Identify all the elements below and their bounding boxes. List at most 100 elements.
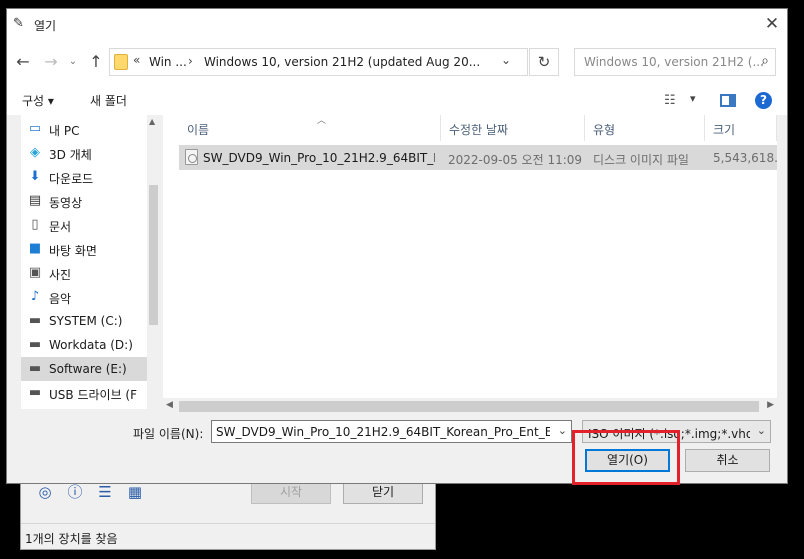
address-bar[interactable]: « Win ... › Windows 10, version 21H2 (up… <box>109 48 528 76</box>
scroll-up-icon[interactable]: ▲ <box>149 117 155 126</box>
cancel-button[interactable]: 취소 <box>685 449 770 472</box>
nav-item-3d-objects[interactable]: ◈ 3D 개체 <box>21 141 147 165</box>
preview-pane-icon[interactable] <box>720 94 736 107</box>
column-header-size[interactable]: 크기 <box>705 115 777 141</box>
close-icon[interactable]: ✕ <box>757 9 787 39</box>
nav-item-workdata-d[interactable]: ▬ Workdata (D:) <box>21 333 147 357</box>
folder-icon <box>114 54 128 70</box>
column-header-label: 유형 <box>593 123 616 137</box>
download-icon: ⬇ <box>29 169 41 184</box>
file-type: 디스크 이미지 파일 <box>593 153 689 167</box>
file-name-value: SW_DVD9_Win_Pro_10_21H2.9_64BIT_Korean_P… <box>216 425 550 439</box>
scroll-right-icon[interactable]: ▶ <box>767 400 774 410</box>
chevron-down-icon: ⌄ <box>756 424 766 437</box>
forward-arrow-icon[interactable]: → <box>41 52 61 72</box>
drive-icon: ▬ <box>28 337 42 352</box>
chevron-down-icon[interactable]: ⌄ <box>558 424 567 437</box>
nav-item-software-e[interactable]: ▬ Software (E:) <box>21 357 147 381</box>
file-name-input[interactable]: SW_DVD9_Win_Pro_10_21H2.9_64BIT_Korean_P… <box>211 420 572 443</box>
nav-item-label: Workdata (D:) <box>49 338 133 352</box>
chevron-down-icon[interactable]: ▾ <box>690 92 696 105</box>
settings-sliders-icon[interactable]: ☰ <box>96 483 114 501</box>
nav-item-pictures[interactable]: ▣ 사진 <box>21 261 147 285</box>
column-header-name[interactable]: 이름 ︿ <box>179 115 441 141</box>
file-name: SW_DVD9_Win_Pro_10_21H2.9_64BIT_K... <box>203 151 435 165</box>
column-header-label: 크기 <box>713 123 736 137</box>
scrollbar-thumb[interactable] <box>149 185 158 325</box>
usb-drive-icon: ▬ <box>28 385 42 400</box>
organize-menu[interactable]: 구성 ▾ <box>22 92 54 109</box>
table-row[interactable]: SW_DVD9_Win_Pro_10_21H2.9_64BIT_K... 202… <box>179 145 777 170</box>
recent-locations-chevron-icon[interactable]: ⌄ <box>63 52 83 72</box>
nav-item-this-pc[interactable]: ▭ 내 PC <box>21 117 147 141</box>
nav-item-label: 음악 <box>49 292 72 306</box>
search-input[interactable]: Windows 10, version 21H2 (... ⌕ <box>574 48 776 76</box>
up-arrow-icon[interactable]: ↑ <box>86 52 106 72</box>
column-header-label: 수정한 날짜 <box>449 123 509 137</box>
nav-item-label: 바탕 화면 <box>49 244 97 258</box>
view-options-icon[interactable]: ☷ <box>664 93 676 108</box>
navigation-scrollbar[interactable]: ▲ <box>147 115 160 409</box>
pen-icon: ✎ <box>13 16 24 31</box>
drive-icon: ▬ <box>28 313 42 328</box>
title-bar: ✎ 열기 ✕ <box>7 9 787 39</box>
pictures-icon: ▣ <box>28 265 42 280</box>
refresh-button[interactable]: ↻ <box>529 48 559 76</box>
info-icon[interactable]: ⓘ <box>66 483 84 501</box>
drive-icon: ▬ <box>28 361 42 376</box>
search-icon: ⌕ <box>761 53 769 69</box>
navigation-bar: ← → ⌄ ↑ « Win ... › Windows 10, version … <box>7 39 787 85</box>
search-placeholder: Windows 10, version 21H2 (... <box>584 55 764 69</box>
file-list: 이름 ︿ 수정한 날짜 유형 크기 SW_DVD9_Win_Pro_10_21H… <box>163 115 777 415</box>
column-header-type[interactable]: 유형 <box>585 115 705 141</box>
nav-item-label: USB 드라이브 (F <box>49 388 138 402</box>
horizontal-scrollbar[interactable]: ◀ ▶ <box>163 398 777 415</box>
nav-item-videos[interactable]: ▤ 동영상 <box>21 189 147 213</box>
back-arrow-icon[interactable]: ← <box>13 52 33 72</box>
command-bar: 구성 ▾ 새 폴더 ☷ ▾ ? <box>7 85 787 115</box>
breadcrumb-separator-icon[interactable]: › <box>188 54 193 68</box>
nav-item-label: 동영상 <box>49 196 83 210</box>
highlight-annotation-box <box>572 430 680 485</box>
overflow-chevron-icon[interactable]: « <box>133 53 140 67</box>
navigation-pane: ▭ 내 PC ◈ 3D 개체 ⬇ 다운로드 ▤ 동영상 ▯ 문서 ■ 바탕 화면… <box>21 115 160 409</box>
scroll-left-icon[interactable]: ◀ <box>166 400 173 410</box>
globe-icon[interactable]: ◎ <box>36 483 54 501</box>
video-icon: ▤ <box>28 193 42 208</box>
nav-item-label: 3D 개체 <box>49 148 92 162</box>
nav-item-label: 문서 <box>49 220 72 234</box>
nav-item-music[interactable]: ♪ 음악 <box>21 285 147 309</box>
nav-item-label: 다운로드 <box>49 172 94 186</box>
nav-item-label: Software (E:) <box>49 362 127 376</box>
scrollbar-thumb[interactable] <box>179 401 759 412</box>
close-button[interactable]: 닫기 <box>343 481 423 504</box>
dialog-title: 열기 <box>34 19 57 33</box>
breadcrumb-item[interactable]: Windows 10, version 21H2 (updated Aug 20… <box>204 55 480 69</box>
desktop-icon: ■ <box>28 241 42 256</box>
column-header-modified[interactable]: 수정한 날짜 <box>441 115 585 141</box>
sort-ascending-icon: ︿ <box>317 116 327 126</box>
document-icon: ▯ <box>31 217 39 232</box>
nav-item-usb-f[interactable]: ▬ USB 드라이브 (F <box>21 381 147 405</box>
nav-item-downloads[interactable]: ⬇ 다운로드 <box>21 165 147 189</box>
refresh-icon: ↻ <box>537 53 551 71</box>
nav-item-system-c[interactable]: ▬ SYSTEM (C:) <box>21 309 147 333</box>
nav-item-desktop[interactable]: ■ 바탕 화면 <box>21 237 147 261</box>
column-header-label: 이름 <box>187 123 210 137</box>
start-button[interactable]: 시작 <box>251 481 331 504</box>
nav-item-label: SYSTEM (C:) <box>49 314 123 328</box>
nav-item-label: 내 PC <box>49 124 80 138</box>
help-icon[interactable]: ? <box>755 92 772 109</box>
new-folder-button[interactable]: 새 폴더 <box>90 92 127 109</box>
chevron-down-icon[interactable]: ⌄ <box>501 53 511 67</box>
breadcrumb-item[interactable]: Win ... <box>149 55 187 69</box>
open-file-dialog: ✎ 열기 ✕ ← → ⌄ ↑ « Win ... › Windows 10, v… <box>6 8 788 484</box>
status-bar: 1개의 장치를 찾음 <box>21 523 435 550</box>
computer-icon: ▭ <box>28 121 42 136</box>
nav-item-documents[interactable]: ▯ 문서 <box>21 213 147 237</box>
nav-item-label: 사진 <box>49 268 72 282</box>
file-modified: 2022-09-05 오전 11:09 <box>448 153 583 167</box>
file-size: 5,543,618... <box>713 151 777 165</box>
log-icon[interactable]: ▦ <box>126 483 144 501</box>
music-icon: ♪ <box>30 289 40 304</box>
